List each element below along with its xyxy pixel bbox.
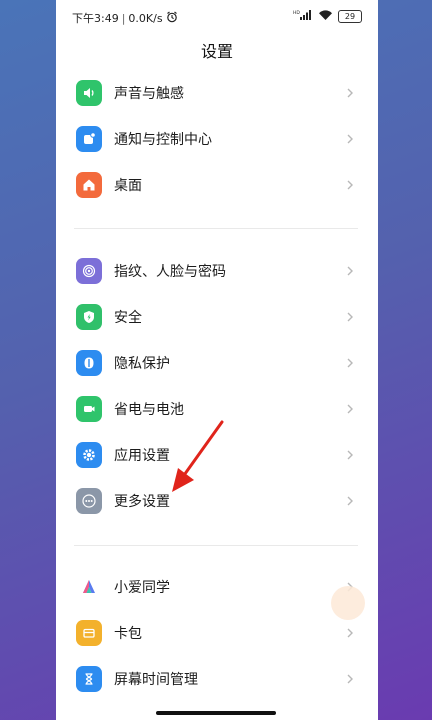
xiaoai-icon <box>76 574 102 600</box>
status-separator: | <box>121 11 126 25</box>
chevron-right-icon <box>347 266 353 276</box>
settings-item-label: 桌面 <box>114 178 142 194</box>
settings-item-privacy[interactable]: 隐私保护 <box>56 340 378 386</box>
settings-item-desktop[interactable]: 桌面 <box>56 162 378 208</box>
settings-item-xiaoai[interactable]: 小爱同学 <box>56 564 378 610</box>
status-bar: 下午3:49 | 0.0K/s HD 29 <box>56 0 378 34</box>
status-time: 下午3:49 <box>72 12 119 25</box>
alarm-icon <box>166 11 178 26</box>
battery-saver-icon <box>76 396 102 422</box>
more-icon <box>76 488 102 514</box>
settings-item-label: 声音与触感 <box>114 86 184 102</box>
battery-level: 29 <box>344 12 356 21</box>
chevron-right-icon <box>347 358 353 368</box>
privacy-icon <box>76 350 102 376</box>
phone-screen: 下午3:49 | 0.0K/s HD 29 设置 声音与触感 通知与控制中心 桌… <box>56 0 378 720</box>
chevron-right-icon <box>347 134 353 144</box>
wallet-icon <box>76 620 102 646</box>
settings-item-wallet[interactable]: 卡包 <box>56 610 378 656</box>
battery-icon: 29 <box>338 10 362 23</box>
chevron-right-icon <box>347 180 353 190</box>
fingerprint-icon <box>76 258 102 284</box>
settings-item-label: 通知与控制中心 <box>114 132 212 148</box>
hourglass-icon <box>76 666 102 692</box>
settings-item-screen-time[interactable]: 屏幕时间管理 <box>56 656 378 702</box>
settings-item-label: 安全 <box>114 310 142 326</box>
wifi-icon <box>318 9 333 24</box>
group-divider <box>74 228 358 229</box>
notification-icon <box>76 126 102 152</box>
svg-text:HD: HD <box>293 10 300 16</box>
speaker-icon <box>76 80 102 106</box>
chevron-right-icon <box>347 404 353 414</box>
chevron-right-icon <box>347 312 353 322</box>
chevron-right-icon <box>347 496 353 506</box>
floating-assistant-button[interactable] <box>331 586 365 620</box>
shield-icon <box>76 304 102 330</box>
settings-item-label: 指纹、人脸与密码 <box>114 264 226 280</box>
settings-item-label: 小爱同学 <box>114 580 170 596</box>
settings-item-fingerprint[interactable]: 指纹、人脸与密码 <box>56 248 378 294</box>
settings-item-security[interactable]: 安全 <box>56 294 378 340</box>
settings-item-label: 卡包 <box>114 626 142 642</box>
settings-item-sound[interactable]: 声音与触感 <box>56 70 378 116</box>
settings-item-notifications[interactable]: 通知与控制中心 <box>56 116 378 162</box>
settings-item-label: 更多设置 <box>114 494 170 510</box>
settings-item-label: 省电与电池 <box>114 402 184 418</box>
page-title: 设置 <box>200 42 233 61</box>
gesture-home-bar[interactable] <box>156 711 276 715</box>
network-speed: 0.0K/s <box>128 11 163 25</box>
home-icon <box>76 172 102 198</box>
settings-item-label: 屏幕时间管理 <box>114 672 198 688</box>
chevron-right-icon <box>347 450 353 460</box>
settings-item-label: 隐私保护 <box>114 356 170 372</box>
chevron-right-icon <box>347 88 353 98</box>
chevron-right-icon <box>347 628 353 638</box>
signal-icon: HD <box>293 9 313 24</box>
app-settings-icon <box>76 442 102 468</box>
settings-item-label: 应用设置 <box>114 448 170 464</box>
annotation-arrow-icon <box>172 420 224 492</box>
chevron-right-icon <box>347 674 353 684</box>
group-divider <box>74 545 358 546</box>
